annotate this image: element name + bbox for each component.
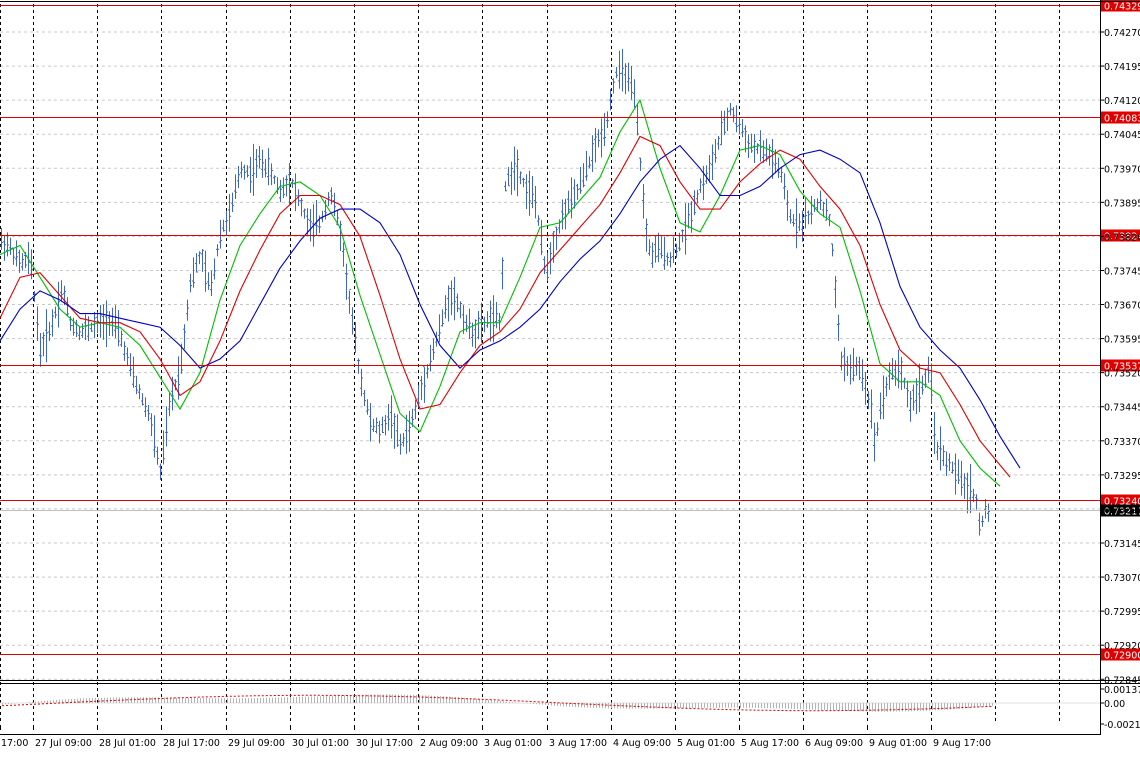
x-tick-label: 5 Aug 17:00 (741, 738, 799, 749)
x-tick-label: 28 Jul 01:00 (99, 738, 156, 749)
x-tick-label: 2 Aug 09:00 (420, 738, 478, 749)
x-tick-label: 28 Jul 17:00 (163, 738, 220, 749)
y-tick-label: 0.73745 (1104, 266, 1140, 277)
x-tick-label: 3 Aug 17:00 (549, 738, 607, 749)
y-tick-label: 0.73295 (1104, 471, 1140, 482)
y-tick-label: 0.74120 (1104, 96, 1140, 107)
y-tick-label: 0.73145 (1104, 539, 1140, 550)
y-tick-label: 0.72995 (1104, 607, 1140, 618)
y-tick-label: 0.72920 (1104, 641, 1140, 652)
x-tick-label: 6 Aug 09:00 (805, 738, 863, 749)
y-tick-label: 0.73445 (1104, 403, 1140, 414)
osc-y-tick-label: 0.00137 (1104, 685, 1140, 696)
x-tick-label: 9 Aug 17:00 (933, 738, 991, 749)
osc-y-tick-label: 0.00 (1104, 699, 1125, 710)
x-tick-label: 4 Aug 09:00 (613, 738, 671, 749)
x-tick-label: 30 Jul 01:00 (292, 738, 349, 749)
x-tick-label: 29 Jul 09:00 (228, 738, 285, 749)
y-tick-label: 0.74045 (1104, 130, 1140, 141)
x-tick-label: 30 Jul 17:00 (356, 738, 413, 749)
y-tick-label: 0.73220 (1104, 505, 1140, 516)
x-tick-label: 5 Aug 01:00 (677, 738, 735, 749)
y-tick-label: 0.73895 (1104, 198, 1140, 209)
price-chart[interactable]: 0.743290.740830.738240.735370.732400.729… (0, 0, 1140, 756)
x-tick-label: 3 Aug 01:00 (484, 738, 542, 749)
y-tick-label: 0.73670 (1104, 301, 1140, 312)
y-tick-label: 0.73070 (1104, 573, 1140, 584)
x-tick-label: 9 Aug 01:00 (869, 738, 927, 749)
y-tick-label: 0.74195 (1104, 62, 1140, 73)
price-level-tag-label: 0.74083 (1104, 114, 1140, 125)
osc-y-tick-label: -0.00215 (1104, 720, 1140, 731)
y-tick-label: 0.73370 (1104, 437, 1140, 448)
price-level-tag-label: 0.74329 (1104, 2, 1140, 13)
chart-window[interactable]: 0.74329 0.74083 0.73824 0.73537 0.73240 0.729… (0, 0, 1140, 756)
y-tick-label: 0.72845 (1104, 675, 1140, 686)
y-tick-label: 0.74270 (1104, 28, 1140, 39)
y-tick-label: 0.73970 (1104, 164, 1140, 175)
y-tick-label: 0.73595 (1104, 335, 1140, 346)
x-tick-label: 17:00 (1, 738, 28, 749)
y-tick-label: 0.73820 (1104, 232, 1140, 243)
y-tick-label: 0.73520 (1104, 369, 1140, 380)
x-tick-label: 27 Jul 09:00 (35, 738, 92, 749)
